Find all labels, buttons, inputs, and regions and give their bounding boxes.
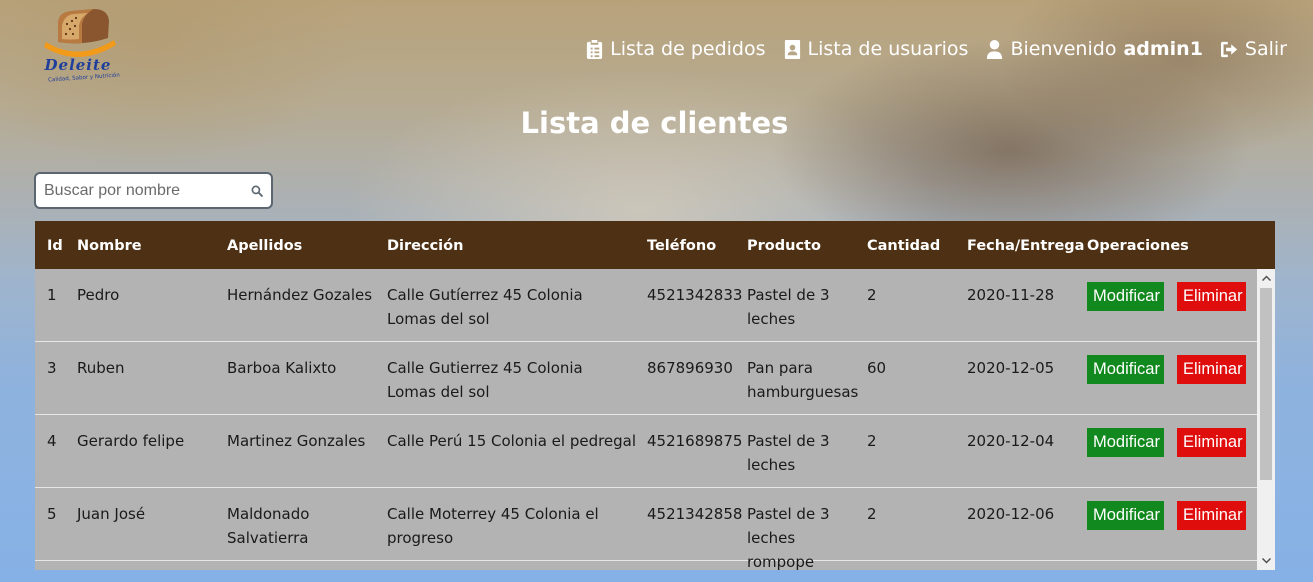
header-producto: Producto — [747, 238, 821, 254]
header-direccion: Dirección — [387, 238, 464, 254]
modify-button[interactable]: Modificar — [1087, 428, 1164, 457]
nav-users-link[interactable]: Lista de usuarios — [784, 38, 969, 60]
cell-direccion: Calle Moterrey 45 Colonia el progreso — [387, 505, 599, 547]
nav-logout-link[interactable]: Salir — [1220, 38, 1287, 60]
user-icon — [987, 39, 1003, 59]
table-row: 4 Gerardo felipe Martinez Gonzales Calle… — [35, 415, 1257, 488]
cell-telefono: 4521342858 — [647, 505, 743, 523]
cell-nombre: Ruben — [77, 359, 125, 377]
scroll-up-button[interactable] — [1257, 269, 1275, 287]
welcome-username: admin1 — [1123, 38, 1203, 60]
cell-apellidos: Barboa Kalixto — [227, 359, 337, 377]
cell-id: 5 — [47, 505, 57, 523]
table-header: Id Nombre Apellidos Dirección Teléfono P… — [35, 221, 1275, 269]
header-telefono: Teléfono — [647, 238, 717, 254]
cell-direccion: Calle Gutierrez 45 Colonia Lomas del sol — [387, 359, 583, 401]
cell-producto: Pastel de 3 leches rompope — [747, 505, 830, 570]
cell-cantidad: 2 — [867, 286, 877, 304]
cell-apellidos: Martinez Gonzales — [227, 432, 366, 450]
table-scrollbar[interactable] — [1257, 269, 1275, 570]
chevron-down-icon — [1261, 558, 1271, 564]
cell-id: 1 — [47, 286, 57, 304]
delete-button[interactable]: Eliminar — [1177, 501, 1246, 530]
scroll-down-button[interactable] — [1257, 552, 1275, 570]
cell-nombre: Pedro — [77, 286, 120, 304]
cell-nombre: Juan José — [77, 505, 146, 523]
cell-telefono: 867896930 — [647, 359, 733, 377]
header-apellidos: Apellidos — [227, 238, 303, 254]
clients-table: Id Nombre Apellidos Dirección Teléfono P… — [35, 221, 1275, 570]
table-row: 1 Pedro Hernández Gozales Calle Gutíerre… — [35, 269, 1257, 342]
nav-logout-label: Salir — [1244, 38, 1287, 60]
cell-fecha: 2020-12-05 — [967, 359, 1055, 377]
header-fecha: Fecha/Entrega — [967, 238, 1085, 254]
cell-nombre: Gerardo felipe — [77, 432, 185, 450]
table-row: 5 Juan José Maldonado Salvatierra Calle … — [35, 488, 1257, 570]
cell-cantidad: 60 — [867, 359, 887, 377]
scroll-thumb[interactable] — [1260, 288, 1272, 480]
cell-cantidad: 2 — [867, 432, 877, 450]
nav-orders-link[interactable]: Lista de pedidos — [586, 38, 766, 60]
delete-button[interactable]: Eliminar — [1177, 428, 1246, 457]
bread-icon — [44, 9, 116, 58]
cell-telefono: 4521342833 — [647, 286, 743, 304]
search-icon[interactable] — [251, 180, 263, 202]
chevron-up-icon — [1261, 275, 1271, 281]
nav-users-label: Lista de usuarios — [807, 38, 969, 60]
clipboard-icon — [587, 39, 603, 59]
contact-book-icon — [784, 39, 800, 59]
nav-welcome[interactable]: Bienvenido admin1 — [986, 38, 1203, 60]
cell-fecha: 2020-11-28 — [967, 286, 1055, 304]
page-title: Lista de clientes — [520, 106, 789, 140]
table-row: 3 Ruben Barboa Kalixto Calle Gutierrez 4… — [35, 342, 1257, 415]
cell-cantidad: 2 — [867, 505, 877, 523]
delete-button[interactable]: Eliminar — [1177, 282, 1246, 311]
cell-direccion: Calle Perú 15 Colonia el pedregal — [387, 432, 637, 450]
nav-orders-label: Lista de pedidos — [610, 38, 766, 60]
header-id: Id — [47, 238, 63, 254]
cell-direccion: Calle Gutíerrez 45 Colonia Lomas del sol — [387, 286, 583, 328]
cell-telefono: 4521689875 — [647, 432, 743, 450]
search-input[interactable] — [36, 174, 251, 207]
sign-out-icon — [1220, 41, 1238, 57]
cell-id: 4 — [47, 432, 57, 450]
cell-producto: Pastel de 3 leches — [747, 432, 830, 474]
logo-name: Deleite — [44, 56, 112, 74]
cell-producto: Pastel de 3 leches — [747, 286, 830, 328]
search-box — [34, 172, 273, 209]
top-nav: Lista de pedidos Lista de usuarios Bienv… — [586, 38, 1287, 60]
welcome-prefix: Bienvenido — [1010, 38, 1117, 60]
cell-fecha: 2020-12-04 — [967, 432, 1055, 450]
header-cantidad: Cantidad — [867, 238, 941, 254]
cell-producto: Pan para hamburguesas — [747, 359, 859, 401]
brand-logo: Deleite Calidad, Sabor y Nutrición — [26, 6, 130, 86]
modify-button[interactable]: Modificar — [1087, 355, 1164, 384]
delete-button[interactable]: Eliminar — [1177, 355, 1246, 384]
cell-apellidos: Hernández Gozales — [227, 286, 373, 304]
table-body[interactable]: 1 Pedro Hernández Gozales Calle Gutíerre… — [35, 269, 1257, 570]
header-operaciones: Operaciones — [1087, 238, 1189, 254]
modify-button[interactable]: Modificar — [1087, 501, 1164, 530]
cell-fecha: 2020-12-06 — [967, 505, 1055, 523]
modify-button[interactable]: Modificar — [1087, 282, 1164, 311]
cell-apellidos: Maldonado Salvatierra — [227, 505, 310, 547]
header-nombre: Nombre — [77, 238, 142, 254]
cell-id: 3 — [47, 359, 57, 377]
